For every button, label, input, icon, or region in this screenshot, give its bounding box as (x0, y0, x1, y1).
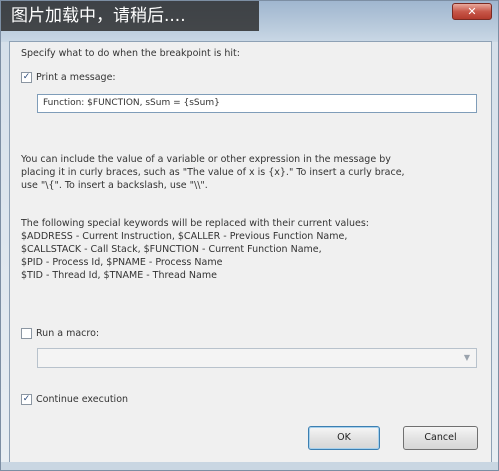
keyword-line: $ADDRESS - Current Instruction, $CALLER … (21, 231, 348, 242)
macro-select[interactable]: ▼ (37, 348, 477, 368)
print-message-row[interactable]: ✓ Print a message: (21, 72, 116, 83)
close-button[interactable]: ✕ (452, 3, 492, 20)
help-line: placing it in curly braces, such as "The… (21, 167, 405, 178)
keyword-line: $TID - Thread Id, $TNAME - Thread Name (21, 270, 217, 281)
window-bottom-border (1, 462, 498, 470)
continue-execution-row[interactable]: ✓ Continue execution (21, 394, 128, 405)
dialog-window: 图片加载中，请稍后.... ✕ Specify what to do when … (0, 0, 499, 471)
continue-execution-checkbox[interactable]: ✓ (21, 394, 32, 405)
cancel-button[interactable]: Cancel (403, 426, 478, 450)
help-line: use "\{". To insert a backslash, use "\\… (21, 180, 208, 191)
ok-button[interactable]: OK (308, 426, 380, 450)
keywords-intro: The following special keywords will be r… (21, 218, 370, 229)
print-message-checkbox[interactable]: ✓ (21, 72, 32, 83)
run-macro-row[interactable]: Run a macro: (21, 328, 99, 339)
keyword-line: $CALLSTACK - Call Stack, $FUNCTION - Cur… (21, 244, 322, 255)
loading-overlay: 图片加载中，请稍后.... (1, 1, 259, 31)
print-message-label: Print a message: (36, 72, 116, 83)
run-macro-label: Run a macro: (36, 328, 100, 339)
help-line: You can include the value of a variable … (21, 154, 391, 165)
keyword-line: $PID - Process Id, $PNAME - Process Name (21, 257, 223, 268)
intro-text: Specify what to do when the breakpoint i… (21, 48, 240, 59)
continue-execution-label: Continue execution (36, 394, 129, 405)
run-macro-checkbox[interactable] (21, 328, 32, 339)
dialog-content: Specify what to do when the breakpoint i… (9, 41, 492, 464)
message-input[interactable]: Function: $FUNCTION, sSum = {sSum} (37, 94, 477, 113)
chevron-down-icon: ▼ (463, 353, 471, 362)
close-icon: ✕ (467, 5, 477, 18)
